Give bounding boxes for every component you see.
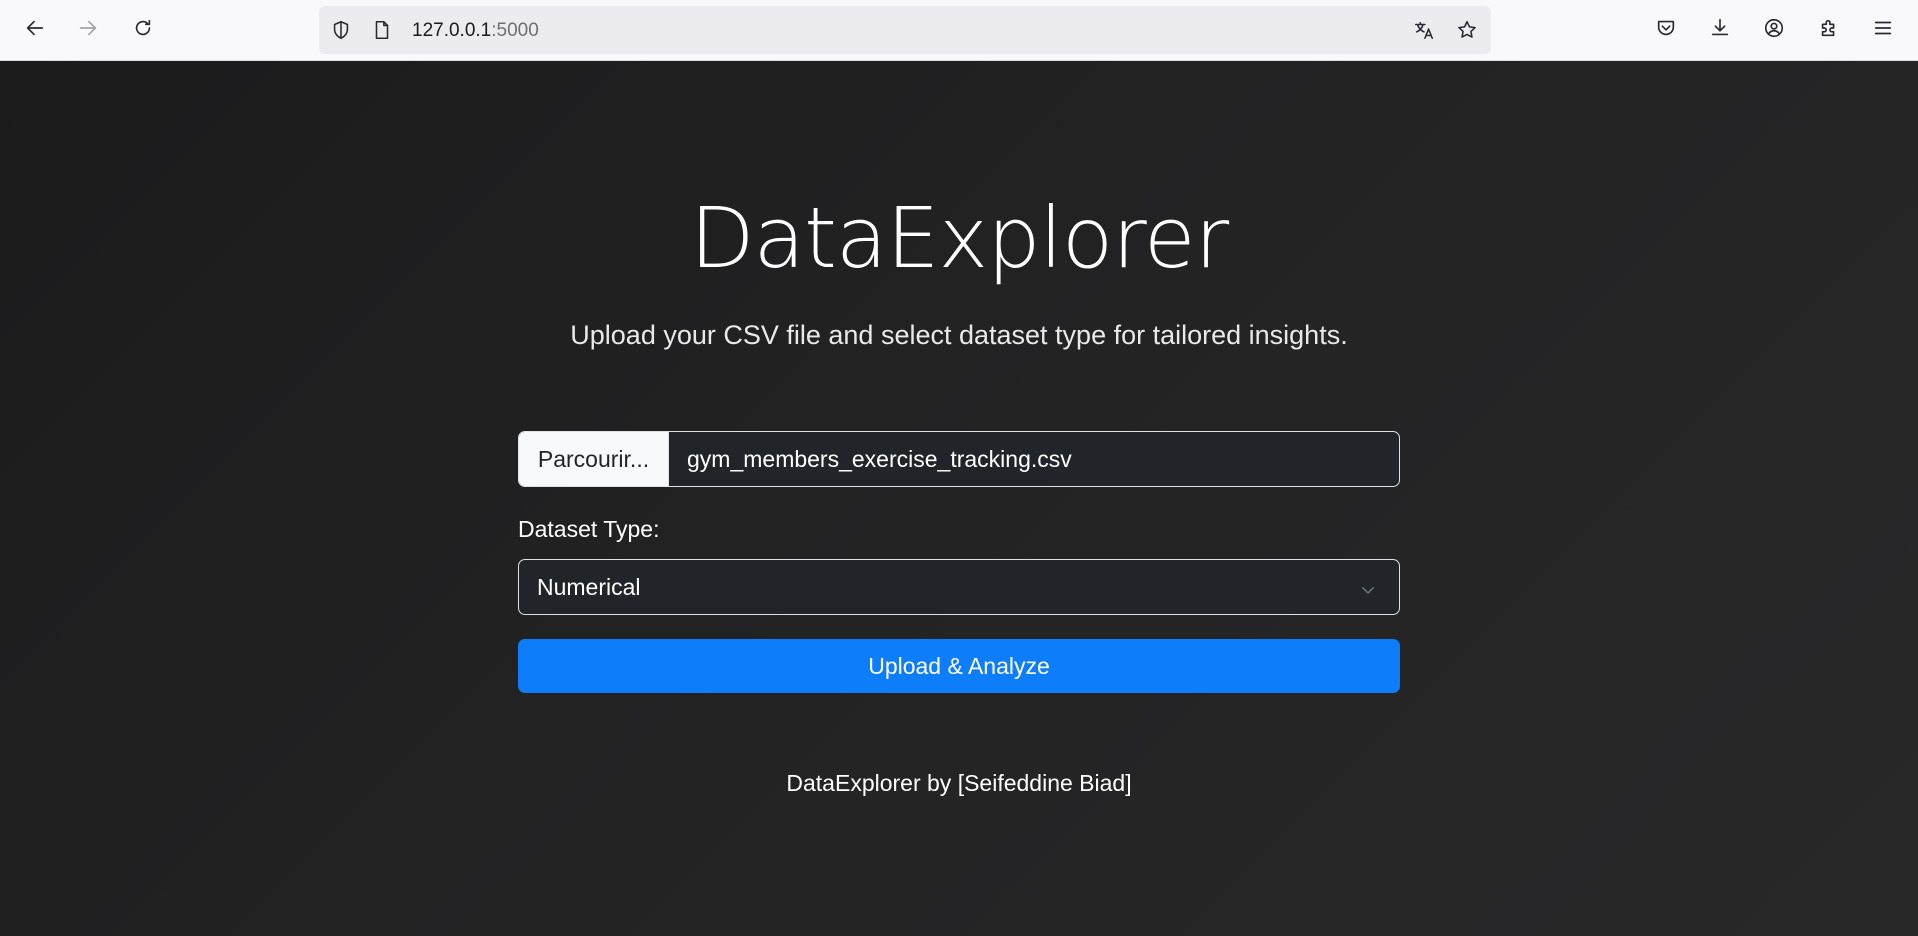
url-text[interactable]: 127.0.0.1:5000 <box>412 20 539 42</box>
translate-icon[interactable] <box>1413 19 1435 41</box>
reload-button[interactable] <box>125 12 161 48</box>
page-icon[interactable] <box>371 19 393 41</box>
account-icon <box>1763 17 1785 44</box>
page-content: DataExplorer Upload your CSV file and se… <box>0 61 1918 936</box>
star-icon[interactable] <box>1456 19 1478 41</box>
browse-button[interactable]: Parcourir... <box>519 432 669 486</box>
pocket-button[interactable] <box>1648 12 1684 48</box>
dataset-type-select[interactable]: Numerical <box>518 559 1400 615</box>
back-button[interactable] <box>17 12 53 48</box>
footer-credit: DataExplorer by [Seifeddine Biad] <box>786 770 1132 796</box>
selected-file-name[interactable]: gym_members_exercise_tracking.csv <box>669 432 1399 486</box>
hamburger-menu-icon <box>1872 17 1894 44</box>
download-icon <box>1709 17 1731 44</box>
reload-icon <box>132 17 154 44</box>
url-bar[interactable]: 127.0.0.1:5000 <box>319 6 1491 54</box>
upload-analyze-button[interactable]: Upload & Analyze <box>518 639 1400 693</box>
account-button[interactable] <box>1756 12 1792 48</box>
dataset-type-label: Dataset Type: <box>518 516 660 542</box>
pocket-icon <box>1655 17 1677 44</box>
arrow-right-icon <box>77 17 99 44</box>
arrow-left-icon <box>24 17 46 44</box>
page-subtitle: Upload your CSV file and select dataset … <box>570 320 1348 350</box>
csv-file-input[interactable]: Parcourir... gym_members_exercise_tracki… <box>518 431 1400 487</box>
chevron-down-icon <box>1359 578 1377 596</box>
shield-icon[interactable] <box>330 19 352 41</box>
extensions-button[interactable] <box>1811 12 1847 48</box>
page-title: DataExplorer <box>689 189 1229 287</box>
forward-button[interactable] <box>70 12 106 48</box>
dataset-type-value: Numerical <box>537 573 641 600</box>
browser-toolbar: 127.0.0.1:5000 <box>0 0 1918 61</box>
downloads-button[interactable] <box>1702 12 1738 48</box>
extensions-icon <box>1818 17 1840 44</box>
menu-button[interactable] <box>1865 12 1901 48</box>
